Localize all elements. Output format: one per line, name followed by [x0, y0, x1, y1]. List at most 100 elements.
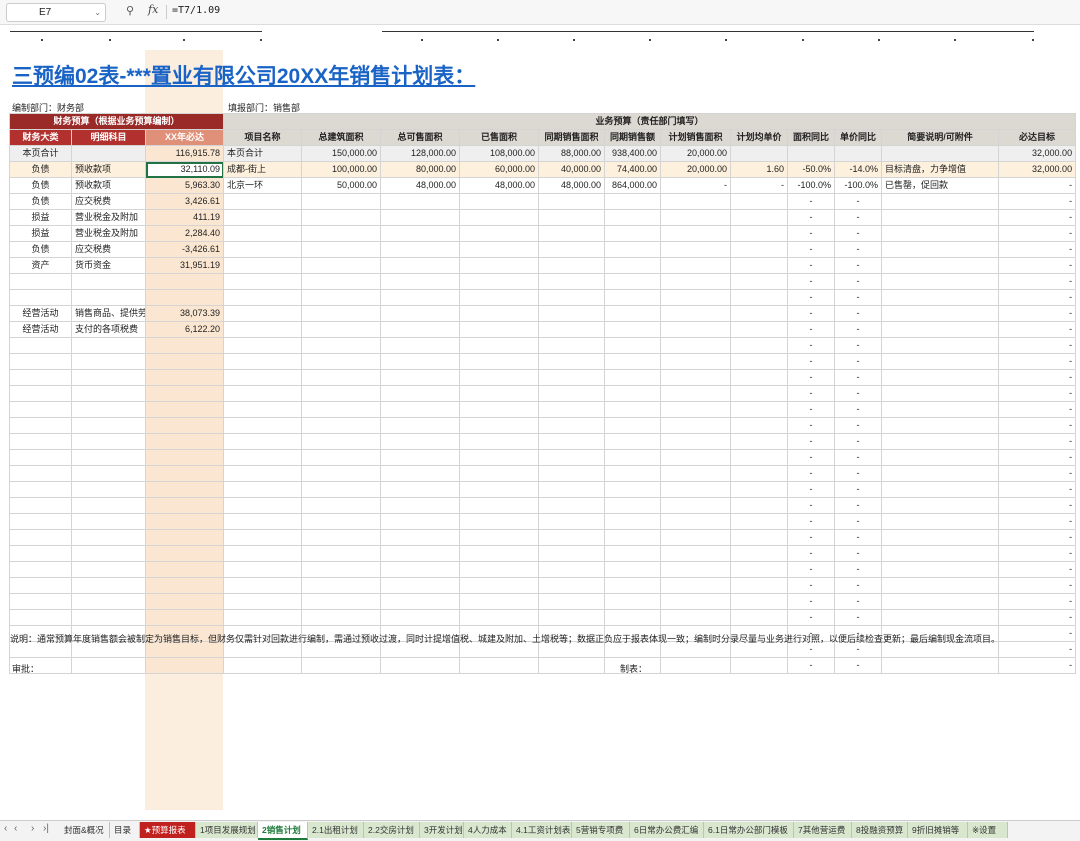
- table-cell[interactable]: -: [834, 657, 882, 674]
- first-sheet-icon[interactable]: ‹: [4, 823, 7, 834]
- table-cell[interactable]: 负债: [9, 177, 72, 194]
- table-cell[interactable]: -: [997, 609, 1077, 626]
- table-cell[interactable]: [144, 609, 225, 626]
- table-cell[interactable]: [881, 609, 999, 626]
- table-cell[interactable]: [538, 401, 605, 418]
- table-cell[interactable]: [380, 305, 460, 322]
- table-cell[interactable]: [459, 481, 539, 498]
- table-cell[interactable]: [9, 353, 72, 370]
- table-cell[interactable]: [730, 657, 788, 674]
- table-cell[interactable]: [301, 209, 381, 226]
- table-cell[interactable]: [223, 209, 302, 226]
- table-cell[interactable]: -: [997, 497, 1077, 514]
- table-cell[interactable]: [604, 449, 661, 466]
- table-cell[interactable]: [380, 465, 460, 482]
- table-cell[interactable]: [9, 273, 72, 290]
- table-cell[interactable]: -: [787, 609, 835, 626]
- table-cell[interactable]: [660, 193, 731, 210]
- table-cell[interactable]: [380, 385, 460, 402]
- table-cell[interactable]: -: [787, 209, 835, 226]
- table-cell[interactable]: 31,951.19: [144, 257, 225, 274]
- table-cell[interactable]: [881, 529, 999, 546]
- table-cell[interactable]: [604, 465, 661, 482]
- table-cell[interactable]: [71, 497, 146, 514]
- table-cell[interactable]: -: [997, 513, 1077, 530]
- table-cell[interactable]: [301, 417, 381, 434]
- table-cell[interactable]: [459, 241, 539, 258]
- table-cell[interactable]: [144, 337, 225, 354]
- table-cell[interactable]: [459, 433, 539, 450]
- total-cell[interactable]: [730, 145, 788, 162]
- total-cell[interactable]: [787, 145, 835, 162]
- table-cell[interactable]: -: [787, 337, 835, 354]
- table-cell[interactable]: [380, 657, 460, 674]
- table-cell[interactable]: [881, 193, 999, 210]
- table-cell[interactable]: [223, 577, 302, 594]
- table-cell[interactable]: 营业税金及附加: [71, 225, 146, 242]
- table-cell[interactable]: -: [834, 577, 882, 594]
- table-cell[interactable]: [380, 593, 460, 610]
- table-cell[interactable]: [459, 257, 539, 274]
- table-cell[interactable]: [459, 609, 539, 626]
- table-cell[interactable]: -: [997, 625, 1077, 642]
- name-box[interactable]: E7 ⌄: [6, 3, 106, 22]
- table-cell[interactable]: 资产: [9, 257, 72, 274]
- table-cell[interactable]: 2,284.40: [144, 225, 225, 242]
- sheet-tab[interactable]: 6.1日常办公部门模板: [704, 822, 794, 838]
- table-cell[interactable]: [660, 257, 731, 274]
- table-cell[interactable]: 负债: [9, 193, 72, 210]
- table-cell[interactable]: [301, 497, 381, 514]
- table-cell[interactable]: [538, 657, 605, 674]
- table-cell[interactable]: [301, 657, 381, 674]
- table-cell[interactable]: [71, 465, 146, 482]
- table-cell[interactable]: -100.0%: [787, 177, 835, 194]
- table-cell[interactable]: [660, 321, 731, 338]
- table-cell[interactable]: [730, 593, 788, 610]
- table-cell[interactable]: [538, 465, 605, 482]
- table-cell[interactable]: [538, 433, 605, 450]
- table-cell[interactable]: [380, 577, 460, 594]
- table-cell[interactable]: [301, 385, 381, 402]
- table-cell[interactable]: [380, 545, 460, 562]
- table-cell[interactable]: 已售罄，促回款: [881, 177, 999, 194]
- table-cell[interactable]: [301, 321, 381, 338]
- table-cell[interactable]: [538, 241, 605, 258]
- table-cell[interactable]: -3,426.61: [144, 241, 225, 258]
- table-cell[interactable]: [730, 561, 788, 578]
- table-cell[interactable]: [459, 513, 539, 530]
- table-cell[interactable]: [380, 337, 460, 354]
- table-cell[interactable]: [538, 257, 605, 274]
- table-cell[interactable]: [730, 209, 788, 226]
- table-cell[interactable]: [223, 433, 302, 450]
- table-cell[interactable]: [223, 193, 302, 210]
- table-cell[interactable]: -: [787, 193, 835, 210]
- table-cell[interactable]: [301, 225, 381, 242]
- table-cell[interactable]: [9, 449, 72, 466]
- table-cell[interactable]: -: [834, 257, 882, 274]
- table-cell[interactable]: -: [834, 417, 882, 434]
- table-cell[interactable]: [660, 433, 731, 450]
- table-cell[interactable]: -: [834, 481, 882, 498]
- table-cell[interactable]: [604, 593, 661, 610]
- table-cell[interactable]: [144, 385, 225, 402]
- table-cell[interactable]: -: [997, 241, 1077, 258]
- table-cell[interactable]: [538, 545, 605, 562]
- table-cell[interactable]: [223, 561, 302, 578]
- table-cell[interactable]: [881, 225, 999, 242]
- table-cell[interactable]: [881, 385, 999, 402]
- table-cell[interactable]: [301, 561, 381, 578]
- sheet-tab[interactable]: 3开发计划: [420, 822, 464, 838]
- table-cell[interactable]: [604, 193, 661, 210]
- table-cell[interactable]: [459, 193, 539, 210]
- table-cell[interactable]: [459, 545, 539, 562]
- table-cell[interactable]: -: [997, 401, 1077, 418]
- table-cell[interactable]: [380, 193, 460, 210]
- table-cell[interactable]: [730, 513, 788, 530]
- table-cell[interactable]: [301, 401, 381, 418]
- table-cell[interactable]: [223, 225, 302, 242]
- table-cell[interactable]: [538, 321, 605, 338]
- table-cell[interactable]: [301, 433, 381, 450]
- sheet-tab[interactable]: 6日常办公费汇编: [630, 822, 704, 838]
- table-cell[interactable]: -: [834, 529, 882, 546]
- table-cell[interactable]: [71, 593, 146, 610]
